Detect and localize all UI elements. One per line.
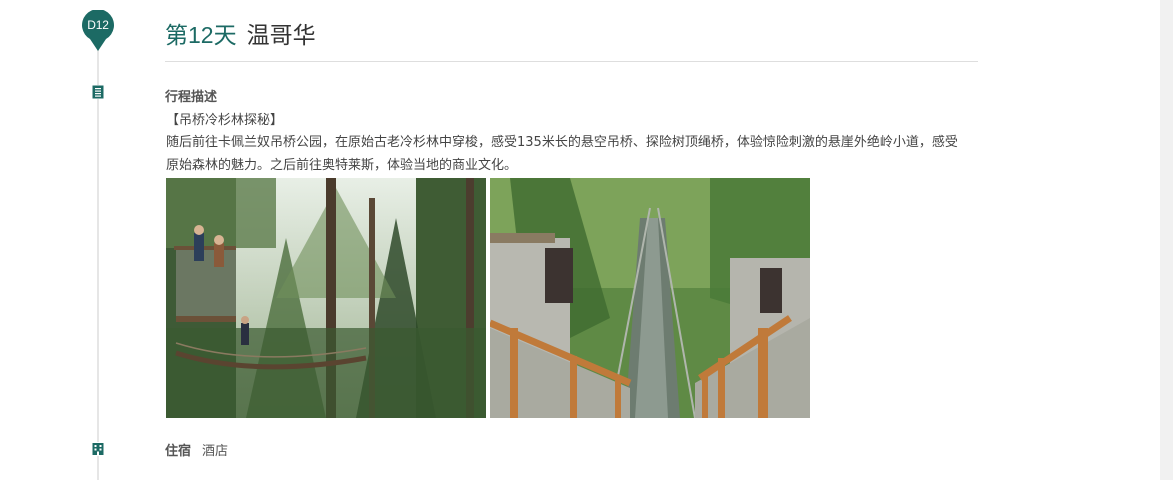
day-badge: D12 xyxy=(87,18,109,32)
map-pin-icon: D12 xyxy=(81,10,115,51)
photo-suspension-bridge[interactable] xyxy=(490,178,810,418)
day-number-title: 第12天 xyxy=(165,22,237,48)
building-icon xyxy=(91,442,105,456)
photo-treetop-walkway[interactable] xyxy=(166,178,486,418)
accommodation-value: 酒店 xyxy=(202,444,229,459)
timeline-line xyxy=(97,36,99,480)
page-scroll-strip xyxy=(1160,0,1173,480)
highlight-title: 【吊桥冷杉林探秘】 xyxy=(166,113,284,128)
day-header: 第12天 温哥华 xyxy=(165,16,316,50)
accommodation-label: 住宿 xyxy=(165,444,192,459)
itinerary-description: 随后前往卡佩兰奴吊桥公园，在原始古老冷杉林中穿梭，感受135米长的悬空吊桥、探险… xyxy=(166,135,958,173)
day-city-title: 温哥华 xyxy=(246,23,316,49)
header-divider xyxy=(165,61,978,62)
itinerary-section-title: 行程描述 xyxy=(165,90,218,105)
document-list-icon xyxy=(91,85,105,99)
